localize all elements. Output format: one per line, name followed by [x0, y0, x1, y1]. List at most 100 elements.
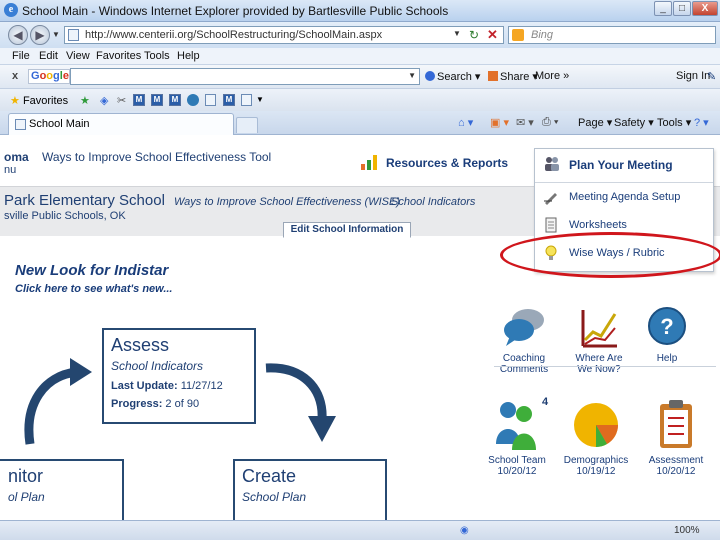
security-zone-icon: ◉	[460, 525, 469, 536]
status-bar: ◉ 100%	[0, 520, 720, 540]
zoom-level[interactable]: 100%	[674, 525, 700, 536]
read-mail-icon[interactable]: ✉ ▾	[516, 116, 534, 129]
tab-school-main[interactable]: School Main	[8, 113, 234, 135]
new-look-heading[interactable]: New Look for Indistar	[15, 262, 168, 279]
last-update-value: 11/27/12	[180, 380, 223, 392]
wrench-icon[interactable]: ✎	[707, 70, 716, 83]
favorite-m-4-icon[interactable]: M	[223, 94, 235, 106]
monitor-title: nitor	[8, 466, 44, 486]
favorites-star-icon: ★	[10, 95, 20, 107]
globe-icon[interactable]	[187, 94, 199, 106]
minimize-button[interactable]: _	[654, 1, 672, 16]
help-tile[interactable]: ? Help	[644, 306, 690, 364]
wise-breadcrumb-link[interactable]: Ways to Improve School Effectiveness (WI…	[174, 196, 400, 208]
google-search-button[interactable]: Search ▾	[425, 70, 480, 83]
menu-edit[interactable]: Edit	[39, 50, 58, 62]
google-share-button[interactable]: Share ▾	[488, 70, 538, 83]
suggested-sites-icon[interactable]: ◈	[100, 94, 108, 107]
google-logo[interactable]: Google	[28, 69, 70, 84]
favorites-dropdown-icon[interactable]: ▼	[256, 95, 264, 104]
create-card[interactable]: Create School Plan	[233, 459, 387, 520]
line-graph-icon	[581, 310, 617, 348]
favorite-m-1-icon[interactable]: M	[133, 94, 145, 106]
web-page: oma Ways to Improve School Effectiveness…	[0, 136, 720, 520]
school-team-date: 10/20/12	[497, 466, 537, 477]
plan-item-worksheets[interactable]: Worksheets	[569, 219, 627, 231]
favorites-label: Favorites	[22, 95, 69, 107]
speech-bubbles-icon	[504, 309, 544, 346]
ie-logo-icon: e	[4, 3, 18, 17]
assessment-label: Assessment	[648, 455, 704, 466]
assess-card[interactable]: Assess School Indicators Last Update: 11…	[102, 328, 256, 424]
school-team-tile[interactable]: School Team 10/20/12	[484, 398, 550, 477]
school-name: Park Elementary School	[4, 192, 165, 209]
pie-chart-icon	[574, 403, 618, 447]
google-signin-button[interactable]: Sign In	[676, 70, 710, 82]
plan-item-agenda[interactable]: Meeting Agenda Setup	[569, 191, 680, 203]
demographics-label: Demographics	[563, 455, 629, 466]
favorite-m-2-icon[interactable]: M	[151, 94, 163, 106]
help-menu-icon[interactable]: ? ▾	[694, 116, 709, 129]
maximize-button[interactable]: □	[673, 1, 691, 16]
favorite-page-icon-2[interactable]	[241, 94, 252, 106]
bing-icon	[512, 29, 524, 41]
page-menu[interactable]: Page ▾	[578, 116, 612, 129]
team-count-badge: 4	[542, 396, 549, 408]
address-dropdown-icon[interactable]: ▼	[453, 29, 461, 38]
menu-help[interactable]: Help	[177, 50, 200, 62]
last-update-label: Last Update:	[111, 380, 178, 392]
site-tagline: Ways to Improve School Effectiveness Too…	[42, 150, 272, 164]
school-indicators-link[interactable]: School Indicators	[391, 196, 475, 208]
home-icon[interactable]: ⌂ ▾	[458, 116, 473, 129]
forward-button[interactable]: ▶	[30, 25, 50, 45]
web-slice-icon[interactable]: ✂	[117, 94, 126, 107]
favorite-page-icon[interactable]	[205, 94, 216, 106]
favorite-m-3-icon[interactable]: M	[169, 94, 181, 106]
history-dropdown-icon[interactable]: ▼	[52, 30, 60, 39]
create-subtitle: School Plan	[242, 490, 307, 504]
school-team-label: School Team	[488, 455, 546, 466]
progress-label: Progress:	[111, 398, 163, 410]
address-bar[interactable]: http://www.centerii.org/SchoolRestructur…	[64, 26, 504, 44]
menu-view[interactable]: View	[66, 50, 90, 62]
window-title: School Main - Windows Internet Explorer …	[22, 4, 449, 18]
new-tab-button[interactable]	[236, 117, 258, 133]
resources-reports-link[interactable]: Resources & Reports	[386, 156, 508, 170]
google-more-button[interactable]: More »	[535, 70, 569, 82]
progress-value: 2 of 90	[165, 398, 200, 410]
close-window-button[interactable]: X	[692, 1, 718, 16]
google-toolbar-close[interactable]: x	[12, 70, 18, 82]
coaching-comments-tile[interactable]: Coaching Comments	[498, 306, 550, 375]
plan-meeting-title[interactable]: Plan Your Meeting	[569, 158, 673, 172]
whats-new-link[interactable]: Click here to see what's new...	[15, 283, 173, 295]
menu-favorites[interactable]: Favorites	[96, 50, 141, 62]
add-favorites-icon[interactable]: ★	[80, 94, 90, 107]
tools-menu[interactable]: Tools ▾	[657, 116, 691, 129]
favorites-button[interactable]: ★ Favorites	[10, 94, 68, 107]
menu-file[interactable]: File	[12, 50, 30, 62]
feeds-icon[interactable]: ▣ ▾	[490, 116, 509, 129]
stop-icon[interactable]: ✕	[487, 27, 498, 43]
google-search-input[interactable]: ▼	[70, 68, 420, 85]
back-button[interactable]: ◀	[8, 25, 28, 45]
refresh-icon[interactable]: ↻	[469, 28, 479, 42]
site-brand-sub: nu	[4, 164, 17, 176]
where-are-we-tile[interactable]: Where Are We Now?	[572, 306, 626, 375]
safety-menu[interactable]: Safety ▾	[614, 116, 654, 129]
menu-tools[interactable]: Tools	[144, 50, 170, 62]
google-search-label: Search	[437, 71, 472, 83]
print-icon[interactable]: ⎙ ▾	[542, 116, 558, 129]
assessment-date: 10/20/12	[656, 466, 696, 477]
favorites-bar: ★ Favorites ★ ◈ ✂ M M M M ▼	[0, 89, 720, 111]
demographics-tile[interactable]: Demographics 10/19/12	[562, 398, 630, 477]
google-search-dropdown-icon[interactable]: ▼	[408, 71, 416, 80]
edit-school-info-tab[interactable]: Edit School Information	[283, 222, 411, 238]
help-label: Help	[656, 353, 678, 364]
bing-search-box[interactable]: Bing	[508, 26, 716, 44]
window-title-bar: e School Main - Windows Internet Explore…	[0, 0, 720, 22]
assessment-tile[interactable]: Assessment 10/20/12	[644, 398, 708, 477]
plan-separator	[535, 182, 713, 183]
demographics-date: 10/19/12	[576, 466, 616, 477]
site-brand: oma	[4, 150, 29, 164]
monitor-card[interactable]: nitor ol Plan	[0, 459, 124, 520]
